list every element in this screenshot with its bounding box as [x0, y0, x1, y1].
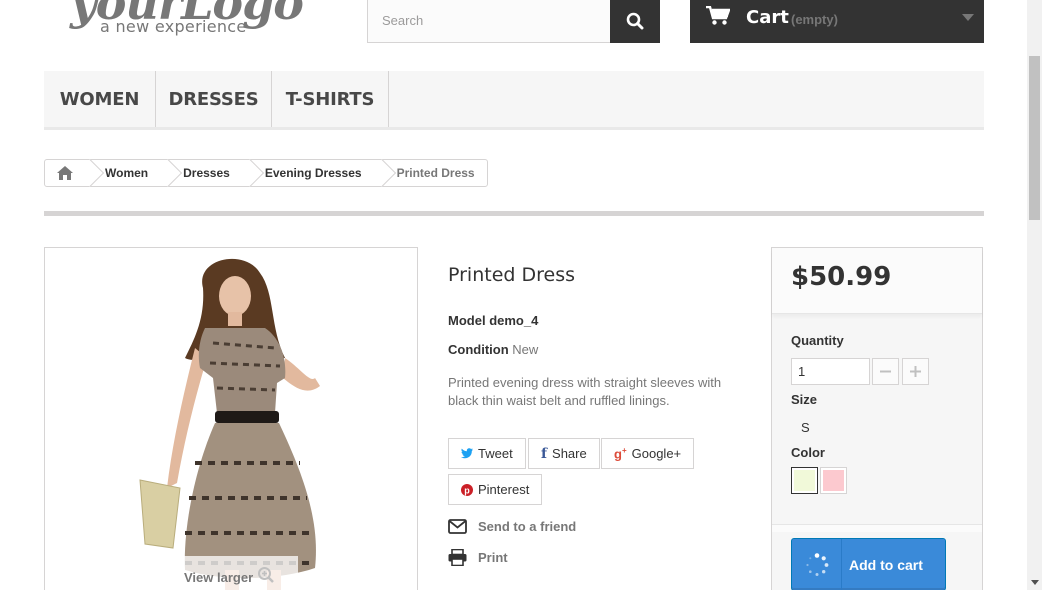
product-condition: Condition New [448, 342, 538, 357]
pinterest-icon: p [461, 483, 473, 496]
product-model: Model demo_4 [448, 313, 538, 328]
facebook-share-button[interactable]: f Share [528, 438, 600, 469]
menu-item-tshirts[interactable]: T-SHIRTS [272, 71, 389, 127]
breadcrumb-women[interactable]: Women [85, 160, 163, 186]
tweet-label: Tweet [478, 446, 513, 461]
cart-button[interactable]: Cart (empty) [690, 0, 984, 43]
size-select[interactable]: S [801, 420, 810, 435]
color-label: Color [791, 445, 825, 460]
zoom-in-icon [258, 567, 275, 583]
page-scrollbar[interactable] [1027, 0, 1042, 590]
size-label: Size [791, 392, 818, 407]
breadcrumb-current: Printed Dress [377, 160, 487, 186]
send-to-friend-label: Send to a friend [478, 519, 577, 534]
scrollbar-thumb[interactable] [1029, 56, 1040, 220]
price-area: $50.99 [772, 248, 982, 314]
google-plus-label: Google+ [631, 446, 682, 461]
buy-box-separator [772, 524, 982, 532]
menu-item-women[interactable]: WOMEN [44, 71, 156, 127]
view-larger-label: View larger [184, 570, 254, 585]
add-to-cart-button[interactable]: Add to cart [791, 538, 946, 590]
product-title: Printed Dress [448, 264, 576, 286]
color-swatch-pink[interactable] [820, 467, 847, 494]
cart-label: Cart [746, 7, 789, 28]
home-icon [57, 166, 73, 180]
svg-text:p: p [464, 485, 470, 495]
add-to-cart-label: Add to cart [849, 556, 923, 573]
scroll-down-arrow-icon[interactable] [1031, 580, 1039, 585]
swatch-fill [823, 470, 844, 491]
breadcrumb-label: Dresses [183, 166, 230, 180]
chevron-down-icon [962, 14, 974, 21]
breadcrumb: Women Dresses Evening Dresses Printed Dr… [44, 159, 488, 187]
product-description: Printed evening dress with straight slee… [448, 375, 722, 408]
breadcrumb-label: Women [105, 166, 149, 180]
breadcrumb-label: Printed Dress [396, 166, 475, 180]
model-label: Model [448, 313, 486, 328]
breadcrumb-label: Evening Dresses [264, 166, 362, 180]
envelope-icon [448, 519, 467, 534]
printer-icon [448, 549, 467, 566]
search-button[interactable] [610, 0, 660, 43]
breadcrumb-evening-dresses[interactable]: Evening Dresses [245, 160, 377, 186]
section-divider [44, 211, 984, 216]
pinterest-button[interactable]: p Pinterest [448, 474, 543, 505]
main-menu: WOMEN DRESSES T-SHIRTS [44, 71, 984, 130]
view-larger-button[interactable]: View larger [164, 556, 298, 590]
plus-icon [910, 366, 921, 377]
search-input[interactable] [368, 0, 611, 42]
google-plus-button[interactable]: g+ Google+ [601, 438, 695, 469]
swatch-fill [794, 470, 815, 491]
logo-tagline: a new experience [100, 17, 247, 36]
print-label: Print [478, 550, 508, 565]
search-icon [626, 12, 644, 29]
loading-spinner-icon [792, 539, 842, 590]
buy-box: $50.99 Quantity Size S Color Add to cart [771, 247, 983, 590]
search-bar [367, 0, 660, 43]
site-logo[interactable]: yourLogo a new experience [70, 0, 310, 40]
model-value: demo_4 [489, 313, 539, 328]
shopping-cart-icon [706, 6, 730, 25]
send-to-friend-link[interactable]: Send to a friend [448, 519, 576, 534]
dress-photo [139, 258, 320, 590]
quantity-decrease-button[interactable] [872, 358, 899, 385]
twitter-icon [461, 448, 473, 459]
google-plus-icon: g+ [614, 445, 627, 462]
quantity-input[interactable] [791, 358, 870, 385]
quantity-increase-button[interactable] [902, 358, 929, 385]
condition-value: New [512, 342, 539, 357]
facebook-icon: f [541, 445, 548, 462]
cart-status: (empty) [791, 12, 838, 27]
quantity-label: Quantity [791, 333, 844, 348]
condition-label: Condition [448, 342, 509, 357]
product-price: $50.99 [791, 262, 892, 292]
minus-icon [880, 370, 891, 373]
menu-item-dresses[interactable]: DRESSES [156, 71, 272, 127]
print-link[interactable]: Print [448, 549, 508, 566]
tweet-button[interactable]: Tweet [448, 438, 526, 469]
pinterest-label: Pinterest [478, 482, 530, 497]
share-label: Share [552, 446, 587, 461]
product-image[interactable]: View larger [44, 247, 418, 590]
breadcrumb-dresses[interactable]: Dresses [163, 160, 245, 186]
color-swatch-beige[interactable] [791, 467, 818, 494]
